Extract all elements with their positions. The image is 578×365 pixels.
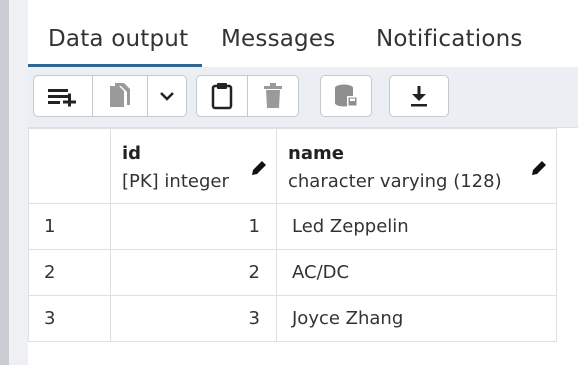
grid-corner[interactable] — [28, 128, 111, 204]
panel-left-edge — [0, 0, 9, 365]
tab-notifications[interactable]: Notifications — [376, 26, 523, 52]
paste-icon — [211, 83, 233, 110]
cell-name[interactable]: Led Zeppelin — [276, 203, 557, 250]
column-type: character varying (128) — [288, 171, 502, 192]
edit-pencil-icon — [252, 161, 266, 175]
table-row: 1 1 Led Zeppelin — [28, 203, 557, 250]
copy-button[interactable] — [92, 75, 148, 117]
tab-data-output[interactable]: Data output — [48, 26, 188, 52]
paste-button[interactable] — [196, 75, 248, 117]
cell-id[interactable]: 1 — [110, 203, 277, 250]
delete-icon — [264, 83, 282, 108]
panel-top-area — [28, 0, 578, 12]
cell-name[interactable]: AC/DC — [276, 249, 557, 296]
copy-icon — [110, 83, 130, 107]
row-number[interactable]: 3 — [28, 295, 111, 342]
row-number[interactable]: 2 — [28, 249, 111, 296]
panel-gutter — [9, 0, 28, 365]
edit-pencil-icon — [532, 161, 546, 175]
cell-id[interactable]: 3 — [110, 295, 277, 342]
save-data-icon — [335, 84, 358, 107]
row-number[interactable]: 1 — [28, 203, 111, 250]
data-toolbar — [28, 67, 578, 128]
copy-options-dropdown[interactable] — [147, 75, 187, 117]
tab-messages[interactable]: Messages — [221, 26, 335, 52]
download-icon — [411, 86, 427, 107]
column-name: id — [122, 143, 142, 164]
output-tabs: Data output Messages Notifications — [28, 12, 578, 68]
column-type: [PK] integer — [122, 171, 229, 192]
header-row: id [PK] integer name character varying (… — [28, 128, 557, 204]
table-row: 2 2 AC/DC — [28, 249, 557, 296]
table-row: 3 3 Joyce Zhang — [28, 295, 557, 342]
cell-name[interactable]: Joyce Zhang — [276, 295, 557, 342]
download-button[interactable] — [389, 75, 449, 117]
delete-button[interactable] — [247, 75, 299, 117]
column-header-name[interactable]: name character varying (128) — [276, 128, 557, 204]
results-grid: id [PK] integer name character varying (… — [28, 128, 557, 342]
cell-id[interactable]: 2 — [110, 249, 277, 296]
column-header-id[interactable]: id [PK] integer — [110, 128, 277, 204]
chevron-down-icon — [160, 92, 174, 101]
column-name: name — [288, 143, 344, 164]
add-row-button[interactable] — [33, 75, 93, 117]
add-row-icon — [48, 89, 76, 107]
save-data-button[interactable] — [320, 75, 372, 117]
